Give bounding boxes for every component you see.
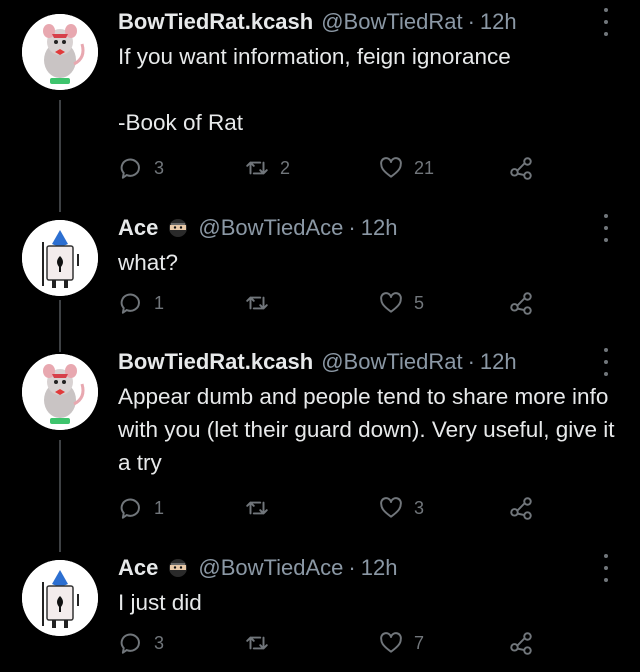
rat-avatar-icon [22, 354, 98, 430]
more-options-icon[interactable] [598, 554, 614, 582]
share-icon [510, 157, 532, 180]
share-icon [510, 632, 532, 655]
tweet[interactable]: Ace @BowTiedAce · 12h what? 1 5 [0, 210, 640, 340]
like-count: 5 [414, 292, 425, 313]
share-button[interactable] [508, 491, 534, 525]
share-icon [510, 292, 532, 315]
separator-dot: · [348, 215, 356, 240]
tweet-text: I just did [118, 590, 202, 615]
reply-count: 1 [154, 497, 165, 518]
retweet-button[interactable] [244, 286, 280, 320]
retweet-button[interactable] [244, 626, 280, 660]
timestamp[interactable]: 12h [361, 555, 398, 581]
retweet-icon [246, 161, 268, 175]
tweet-actions: 1 5 [118, 286, 558, 320]
tweet-header: Ace @BowTiedAce · 12h [118, 550, 397, 586]
tweet-actions: 3 2 21 [118, 151, 558, 185]
display-name[interactable]: BowTiedRat.kcash [118, 9, 313, 35]
reply-button[interactable]: 3 [118, 626, 164, 660]
tweet-actions: 3 7 [118, 626, 558, 660]
heart-icon [380, 632, 402, 653]
like-button[interactable]: 5 [378, 286, 424, 320]
ninja-emoji-icon [169, 559, 188, 577]
tweet[interactable]: BowTiedRat.kcash @BowTiedRat · 12h Appea… [0, 344, 640, 540]
share-button[interactable] [508, 626, 534, 660]
reply-count: 3 [154, 632, 165, 653]
more-options-icon[interactable] [598, 348, 614, 376]
tweet-actions: 1 3 [118, 491, 558, 525]
retweet-icon [246, 636, 268, 650]
display-name[interactable]: Ace [118, 215, 158, 241]
tweet-text: what? [118, 250, 179, 275]
heart-icon [380, 497, 402, 518]
reply-button[interactable]: 3 [118, 151, 164, 185]
separator-dot: · [467, 9, 475, 34]
ace-avatar-icon [22, 220, 98, 296]
heart-icon [380, 157, 402, 178]
rat-avatar-icon [22, 14, 98, 90]
like-button[interactable]: 3 [378, 491, 424, 525]
tweet[interactable]: Ace @BowTiedAce · 12h I just did 3 7 [0, 550, 640, 672]
user-handle[interactable]: @BowTiedAce [198, 555, 343, 581]
separator-dot: · [467, 349, 475, 374]
user-handle[interactable]: @BowTiedRat [321, 349, 462, 375]
display-name[interactable]: BowTiedRat.kcash [118, 349, 313, 375]
reply-icon [120, 633, 140, 654]
reply-icon [120, 158, 140, 179]
retweet-count: 2 [280, 157, 291, 178]
timestamp[interactable]: 12h [361, 215, 398, 241]
more-options-icon[interactable] [598, 214, 614, 242]
timestamp[interactable]: 12h [480, 9, 517, 35]
retweet-button[interactable] [244, 491, 280, 525]
share-button[interactable] [508, 286, 534, 320]
separator-dot: · [348, 555, 356, 580]
reply-icon [120, 293, 140, 314]
like-button[interactable]: 21 [378, 151, 434, 185]
timestamp[interactable]: 12h [480, 349, 517, 375]
retweet-icon [246, 501, 268, 515]
reply-icon [120, 498, 140, 519]
avatar[interactable] [22, 220, 98, 296]
like-button[interactable]: 7 [378, 626, 424, 660]
reply-count: 1 [154, 292, 165, 313]
avatar[interactable] [22, 560, 98, 636]
display-name[interactable]: Ace [118, 555, 158, 581]
reply-count: 3 [154, 157, 165, 178]
tweet-header: BowTiedRat.kcash @BowTiedRat · 12h [118, 4, 517, 40]
like-count: 3 [414, 497, 425, 518]
user-handle[interactable]: @BowTiedRat [321, 9, 462, 35]
ace-avatar-icon [22, 560, 98, 636]
user-handle[interactable]: @BowTiedAce [198, 215, 343, 241]
tweet-text: Appear dumb and people tend to share mor… [118, 384, 621, 475]
tweet-text: If you want information, feign ignorance… [118, 44, 511, 135]
like-count: 21 [414, 157, 435, 178]
heart-icon [380, 292, 402, 313]
avatar[interactable] [22, 14, 98, 90]
retweet-icon [246, 296, 268, 310]
avatar[interactable] [22, 354, 98, 430]
like-count: 7 [414, 632, 425, 653]
more-options-icon[interactable] [598, 8, 614, 36]
reply-button[interactable]: 1 [118, 491, 164, 525]
retweet-button[interactable]: 2 [244, 151, 290, 185]
ninja-emoji-icon [169, 219, 188, 237]
tweet[interactable]: BowTiedRat.kcash @BowTiedRat · 12h If yo… [0, 4, 640, 200]
tweet-header: BowTiedRat.kcash @BowTiedRat · 12h [118, 344, 517, 380]
tweet-header: Ace @BowTiedAce · 12h [118, 210, 397, 246]
reply-button[interactable]: 1 [118, 286, 164, 320]
share-button[interactable] [508, 151, 534, 185]
share-icon [510, 497, 532, 520]
